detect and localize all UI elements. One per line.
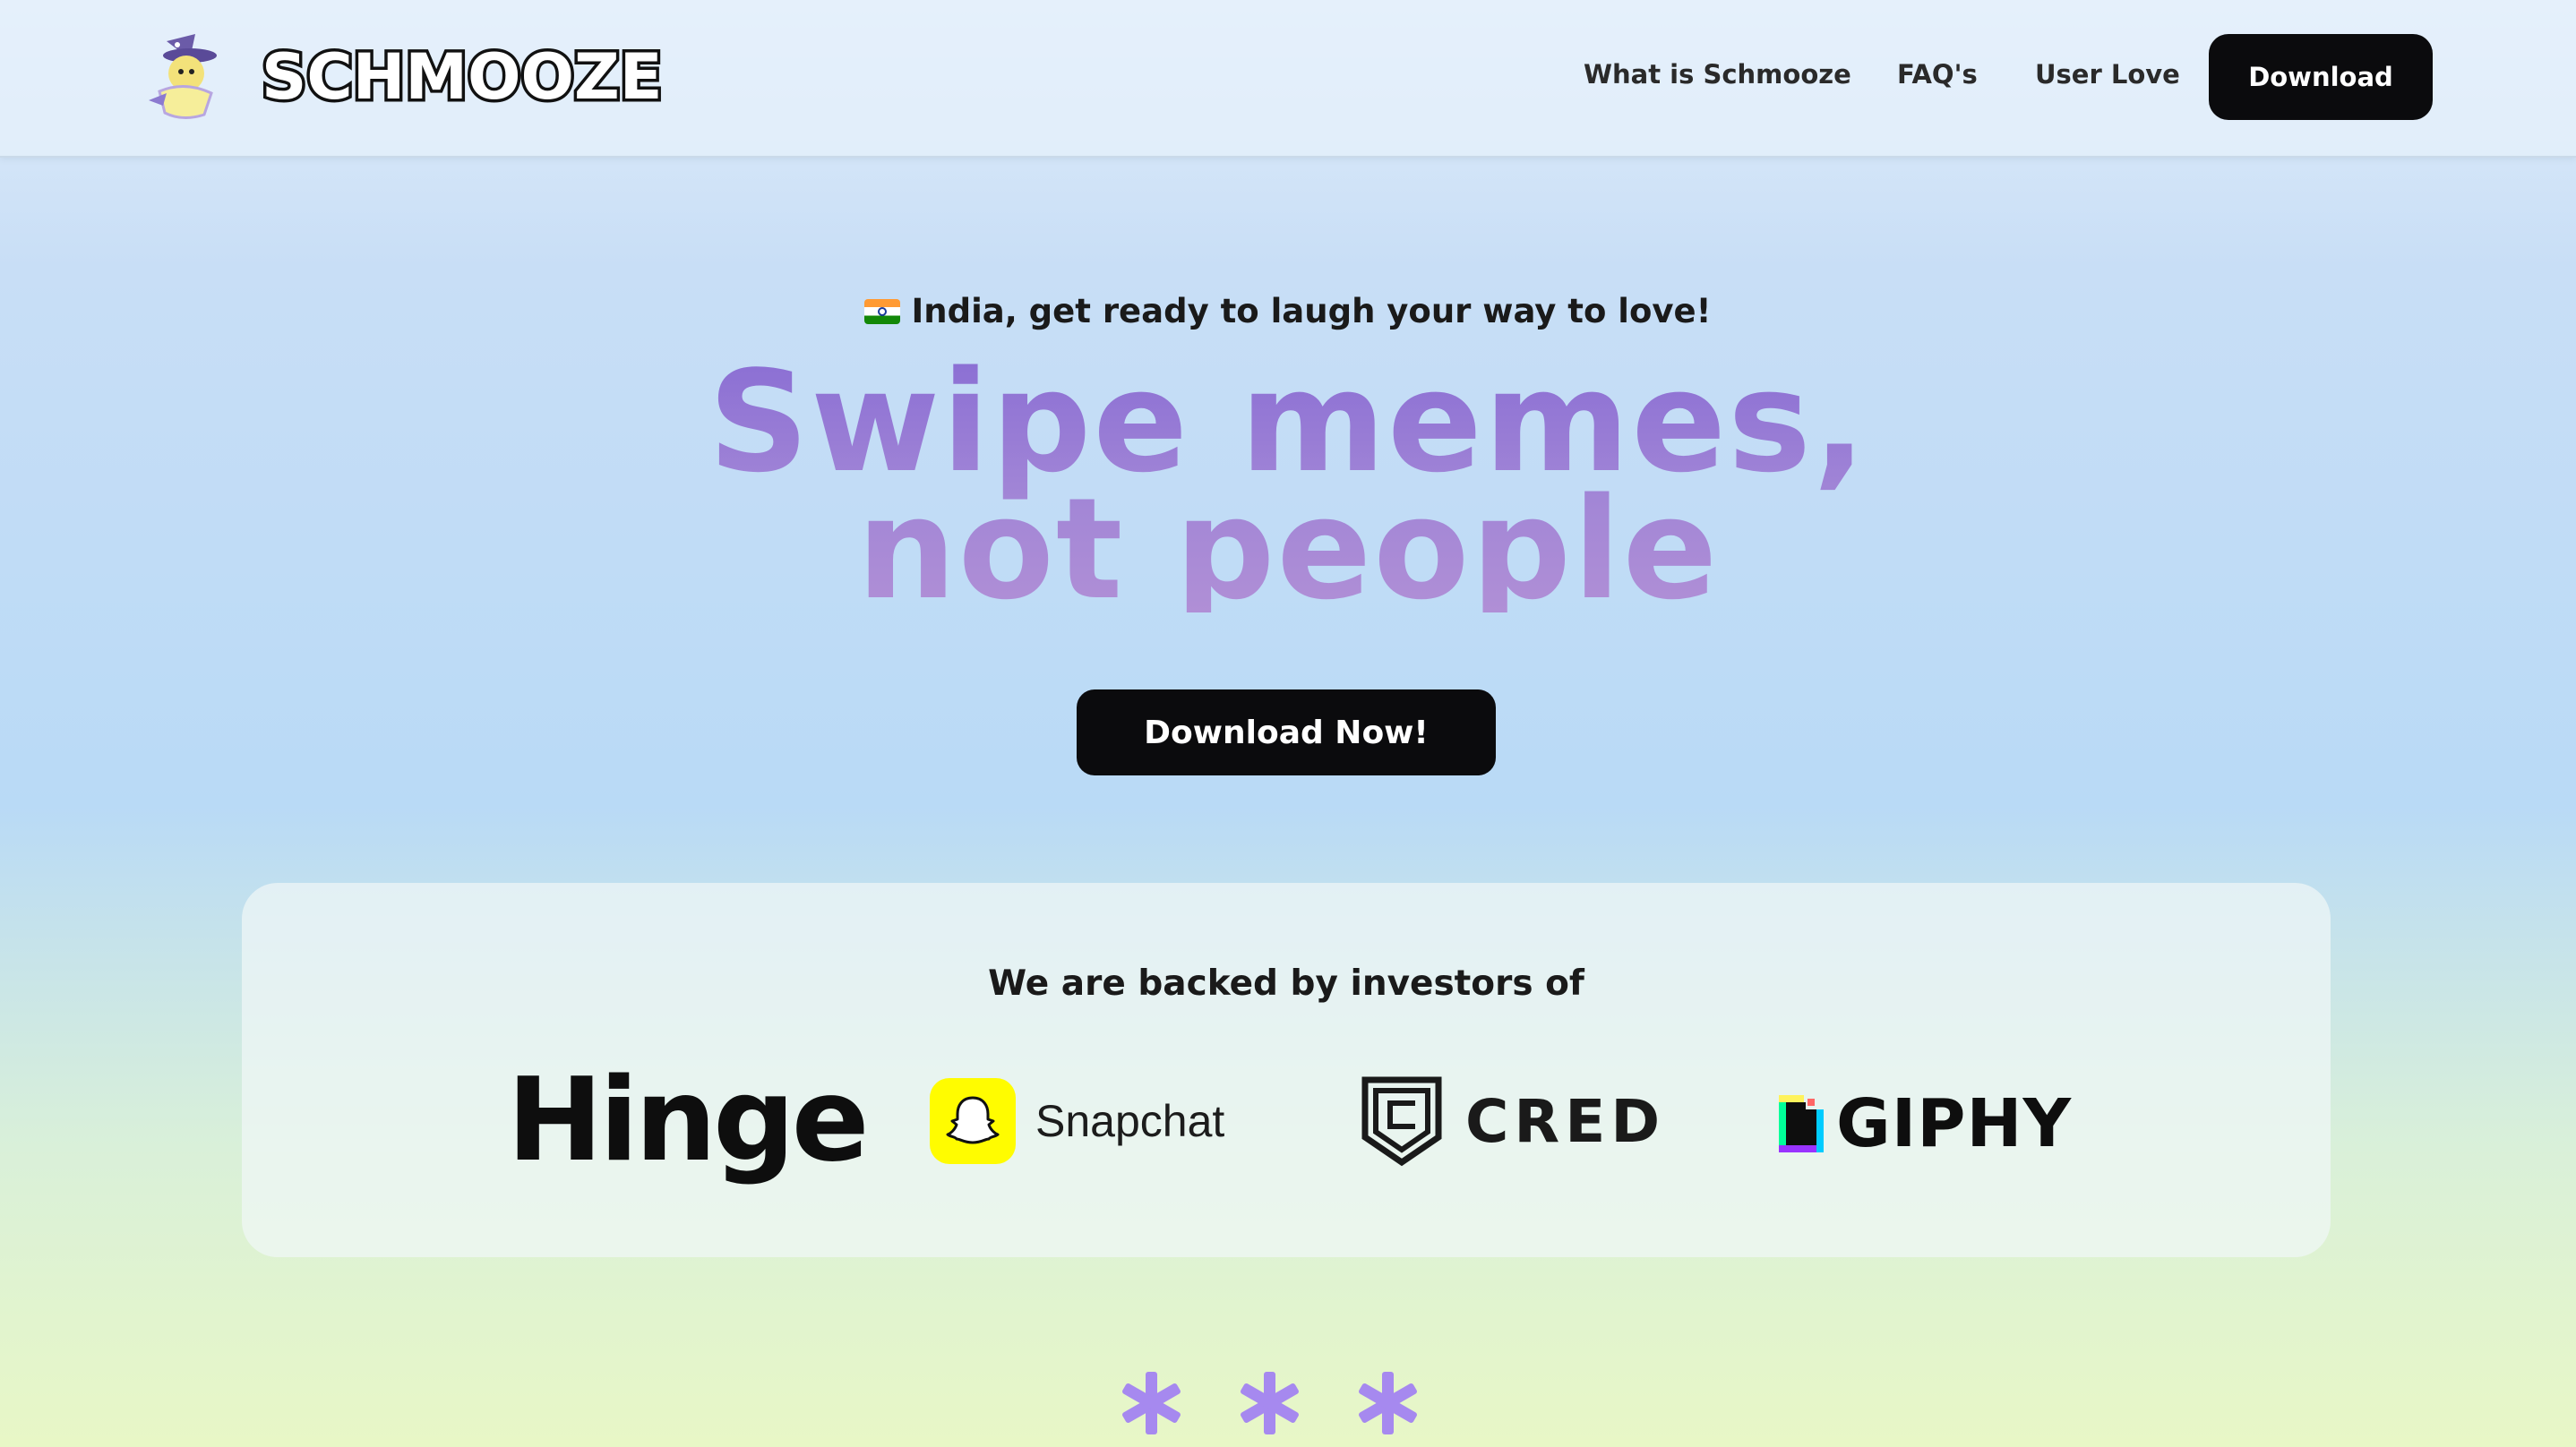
cred-logo: CRED [1360,1075,1665,1168]
asterisk-icon [1238,1372,1301,1434]
snapchat-logo: Snapchat [930,1078,1224,1164]
nav-link-faqs[interactable]: FAQ's [1897,59,1978,90]
hinge-logo: Hinge [507,1054,870,1187]
header-download-button[interactable]: Download [2209,34,2433,120]
site-header: SCHMOOZE What is Schmooze FAQ's User Lov… [0,0,2576,158]
giphy-icon [1779,1095,1824,1152]
nav-link-what-is-schmooze[interactable]: What is Schmooze [1584,59,1851,90]
tagline-text: India, get ready to laugh your way to lo… [911,292,1712,330]
nav-link-user-love[interactable]: User Love [2035,59,2180,90]
cred-wordmark: CRED [1465,1086,1666,1156]
asterisk-icon [1120,1372,1182,1434]
investors-card: We are backed by investors of Hinge Snap… [242,883,2331,1257]
hero-headline: Swipe memes, not people [0,358,2576,612]
download-now-button[interactable]: Download Now! [1077,689,1496,775]
asterisk-icon [1356,1372,1419,1434]
decorative-asterisks [1120,1372,1460,1447]
headline-line-2: not people [856,467,1720,630]
hero-tagline: India, get ready to laugh your way to lo… [0,292,2576,330]
hinge-wordmark: Hinge [507,1054,870,1187]
investors-title: We are backed by investors of [988,963,1584,1004]
india-flag-icon [864,299,901,324]
headline-line-1: Swipe memes, [708,340,1868,503]
giphy-logo: GIPHY [1775,1085,2072,1162]
snapchat-ghost-icon [930,1078,1016,1164]
snapchat-wordmark: Snapchat [1035,1096,1225,1146]
logo-wordmark[interactable]: SCHMOOZE [259,38,666,117]
giphy-wordmark: GIPHY [1836,1085,2073,1162]
cred-shield-icon [1361,1076,1442,1167]
mascot-wizard-icon[interactable] [140,29,229,122]
